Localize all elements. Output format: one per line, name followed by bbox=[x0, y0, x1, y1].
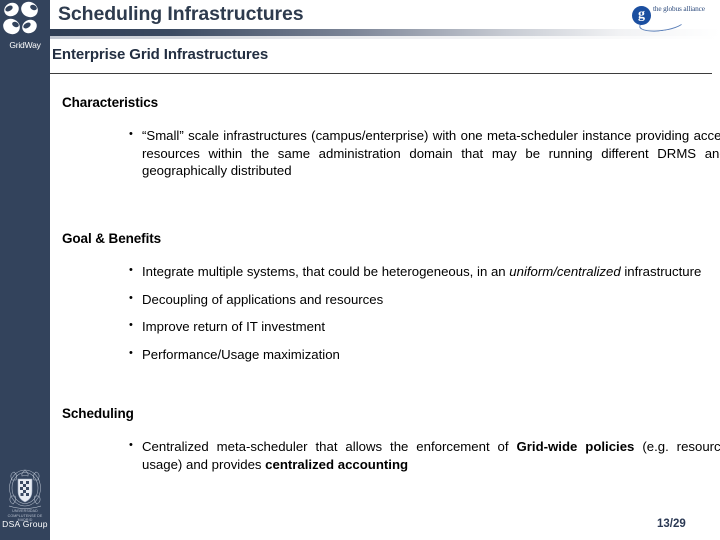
dsa-group-wordmark: DSA Group bbox=[2, 519, 48, 529]
bullet-text-run: centralized accounting bbox=[265, 456, 409, 472]
bullet-list-characteristics: “Small” scale infrastructures (campus/en… bbox=[128, 126, 720, 180]
bullet-item: Performance/Usage maximization bbox=[128, 345, 720, 364]
header-divider bbox=[50, 73, 712, 74]
bullet-text-run: “Small” scale infrastructures (campus/en… bbox=[142, 128, 720, 178]
header-gradient-bar bbox=[47, 29, 720, 36]
bullet-text-run: uniform/centralized bbox=[509, 264, 621, 279]
globus-alliance-logo: g the globus alliance bbox=[626, 2, 718, 35]
bullet-text-run: Grid-wide policies bbox=[516, 439, 635, 454]
bullet-item: Integrate multiple systems, that could b… bbox=[128, 262, 720, 281]
brand-rail: GridWay UNIVERSIDAD COMPLUTENSE DE MADRI… bbox=[0, 0, 50, 540]
bullet-text-run: Decoupling of applications and resources bbox=[142, 291, 384, 307]
bullet-text-run: Improve return of IT investment bbox=[142, 319, 325, 334]
globus-g-letter: g bbox=[638, 7, 645, 22]
bullet-text-run: Performance/Usage maximization bbox=[142, 346, 340, 362]
gridway-wordmark: GridWay bbox=[9, 40, 41, 50]
bullet-list-goal-benefits: Integrate multiple systems, that could b… bbox=[128, 262, 720, 373]
bullet-text-run: infrastructure bbox=[620, 264, 702, 279]
bullet-text-run: Integrate multiple systems, that could b… bbox=[142, 264, 510, 279]
bullet-item: “Small” scale infrastructures (campus/en… bbox=[128, 126, 720, 180]
section-heading-scheduling: Scheduling bbox=[62, 406, 134, 421]
slide-title: Scheduling Infrastructures bbox=[58, 3, 304, 25]
section-heading-characteristics: Characteristics bbox=[62, 95, 159, 110]
header-gradient-bar-secondary bbox=[47, 36, 720, 39]
gridway-logo bbox=[0, 0, 47, 40]
bullet-item: Improve return of IT investment bbox=[128, 317, 720, 336]
section-heading-goal-benefits: Goal & Benefits bbox=[62, 231, 162, 246]
slide-body: Characteristics “Small” scale infrastruc… bbox=[50, 82, 720, 502]
bullet-item: Decoupling of applications and resources bbox=[128, 290, 720, 309]
bullet-item: Centralized meta-scheduler that allows t… bbox=[128, 437, 720, 473]
bullet-text-run: Centralized meta-scheduler that allows t… bbox=[142, 439, 517, 454]
ucm-crest bbox=[5, 468, 45, 510]
bullet-list-scheduling: Centralized meta-scheduler that allows t… bbox=[128, 437, 720, 473]
slide-subtitle: Enterprise Grid Infrastructures bbox=[52, 46, 269, 63]
globus-alliance-text: the globus alliance bbox=[653, 4, 705, 13]
page-number: 13/29 bbox=[657, 518, 686, 530]
